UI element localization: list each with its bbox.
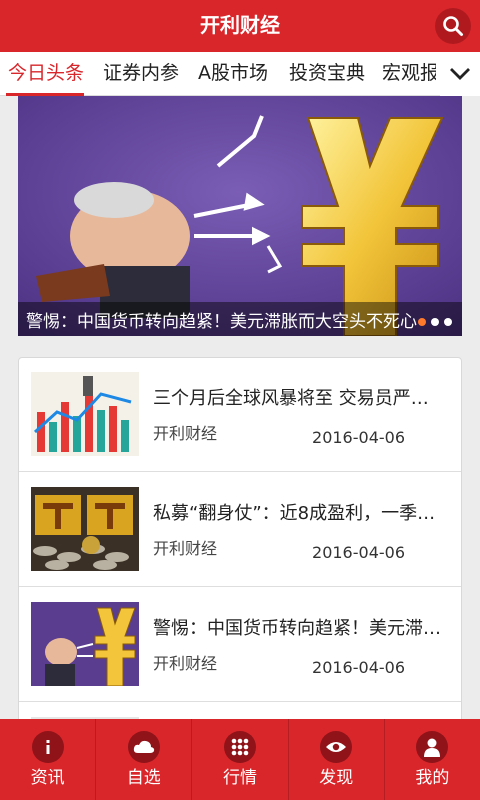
- news-source: 开利财经: [153, 539, 218, 558]
- user-icon: [416, 731, 449, 763]
- chart-thumbnail-image: [31, 372, 139, 456]
- news-thumbnail: [31, 372, 139, 456]
- tab-securities[interactable]: 证券内参: [103, 52, 179, 96]
- info-icon: [31, 731, 64, 763]
- search-icon: [443, 16, 463, 36]
- eye-icon: [320, 731, 353, 763]
- chevron-down-icon: [450, 68, 470, 80]
- cloud-icon: [127, 731, 160, 763]
- banner-dot[interactable]: [431, 318, 439, 326]
- news-date: 2016-04-06: [312, 658, 405, 677]
- news-item[interactable]: 私募“翻身仗”：近8成盈利，一季度收益 开利财经 2016-04-06: [19, 473, 461, 587]
- banner-image: [18, 96, 462, 336]
- search-button[interactable]: [435, 8, 471, 44]
- news-date: 2016-04-06: [312, 428, 405, 447]
- bottom-navigation: 资讯 自选 行情 发现 我的: [0, 719, 480, 800]
- nav-market[interactable]: 行情: [191, 719, 287, 800]
- nav-profile[interactable]: 我的: [383, 719, 480, 800]
- banner-dot[interactable]: [444, 318, 452, 326]
- fund-coins-image: [31, 487, 139, 571]
- news-list: 三个月后全球风暴将至 交易员严阵以待 开利财经 2016-04-06 私募“翻身…: [18, 357, 462, 727]
- news-title: 私募“翻身仗”：近8成盈利，一季度收益: [153, 503, 443, 524]
- banner-dot-active[interactable]: [418, 318, 426, 326]
- news-source: 开利财经: [153, 654, 218, 673]
- news-thumbnail: [31, 602, 139, 686]
- nav-discover[interactable]: 发现: [287, 719, 384, 800]
- app-title: 开利财经: [200, 13, 280, 37]
- news-source: 开利财经: [153, 424, 218, 443]
- nav-news[interactable]: 资讯: [0, 719, 95, 800]
- featured-banner[interactable]: 警惕：中国货币转向趋紧！美元滞胀而大空头不死心: [18, 96, 462, 336]
- tabs-strip: 今日头条 证券内参 A股市场 投资宝典 宏观报: [0, 52, 436, 96]
- nav-watchlist[interactable]: 自选: [95, 719, 191, 800]
- tab-macro[interactable]: 宏观报: [382, 52, 436, 96]
- tab-headlines[interactable]: 今日头条: [8, 52, 84, 96]
- news-item[interactable]: 警惕：中国货币转向趋紧！美元滞胀而大空头 开利财经 2016-04-06: [19, 588, 461, 702]
- tab-investment[interactable]: 投资宝典: [289, 52, 365, 96]
- grid-icon: [224, 731, 256, 763]
- nav-label: 发现: [319, 768, 354, 788]
- banner-pagination: [418, 318, 452, 326]
- tabs-more-button[interactable]: [440, 52, 480, 96]
- nav-label: 资讯: [30, 768, 65, 788]
- news-title: 警惕：中国货币转向趋紧！美元滞胀而大空头: [153, 618, 443, 639]
- news-item[interactable]: 三个月后全球风暴将至 交易员严阵以待 开利财经 2016-04-06: [19, 358, 461, 472]
- news-thumbnail: [31, 487, 139, 571]
- category-tabs: 今日头条 证券内参 A股市场 投资宝典 宏观报: [0, 52, 480, 96]
- news-title: 三个月后全球风暴将至 交易员严阵以待: [153, 388, 443, 409]
- nav-label: 行情: [223, 768, 257, 788]
- nav-label: 自选: [126, 768, 161, 788]
- tab-a-shares[interactable]: A股市场: [198, 52, 268, 96]
- nav-label: 我的: [415, 768, 450, 788]
- top-app-bar: 开利财经: [0, 0, 480, 52]
- banner-caption: 警惕：中国货币转向趋紧！美元滞胀而大空头不死心: [26, 312, 417, 332]
- yuan-cartoon-image: [31, 602, 139, 686]
- news-date: 2016-04-06: [312, 543, 405, 562]
